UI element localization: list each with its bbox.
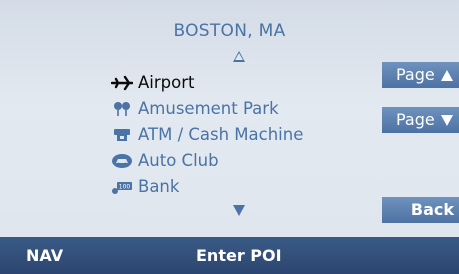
page-down-label: Page (396, 110, 435, 129)
svg-text:100: 100 (119, 184, 131, 191)
scroll-up-arrow-icon[interactable] (233, 51, 245, 62)
poi-label: Amusement Park (138, 99, 279, 118)
poi-label: Bank (138, 177, 180, 196)
poi-label: ATM / Cash Machine (138, 125, 304, 144)
scroll-down-arrow-icon[interactable] (233, 205, 245, 216)
poi-label: Auto Club (138, 151, 219, 170)
page-down-button[interactable]: Page (382, 107, 459, 133)
triangle-down-icon (440, 115, 453, 126)
bank-icon: 100 (110, 179, 134, 195)
status-bar: NAV Enter POI (0, 237, 459, 274)
poi-screen: BOSTON, MA Airport Amusement Park ATM / … (0, 0, 459, 237)
page-up-button[interactable]: Page (382, 62, 459, 88)
amusement-park-icon (110, 101, 134, 117)
auto-club-icon (110, 153, 134, 169)
atm-icon (110, 127, 134, 143)
back-label: Back (410, 200, 454, 219)
back-button[interactable]: Back (382, 197, 459, 223)
nav-mode-label[interactable]: NAV (26, 246, 63, 265)
poi-label: Airport (138, 73, 195, 92)
screen-title: Enter POI (196, 246, 282, 265)
airplane-icon (110, 75, 134, 91)
location-title: BOSTON, MA (173, 21, 286, 41)
page-up-label: Page (396, 65, 435, 84)
triangle-up-icon (440, 70, 453, 81)
